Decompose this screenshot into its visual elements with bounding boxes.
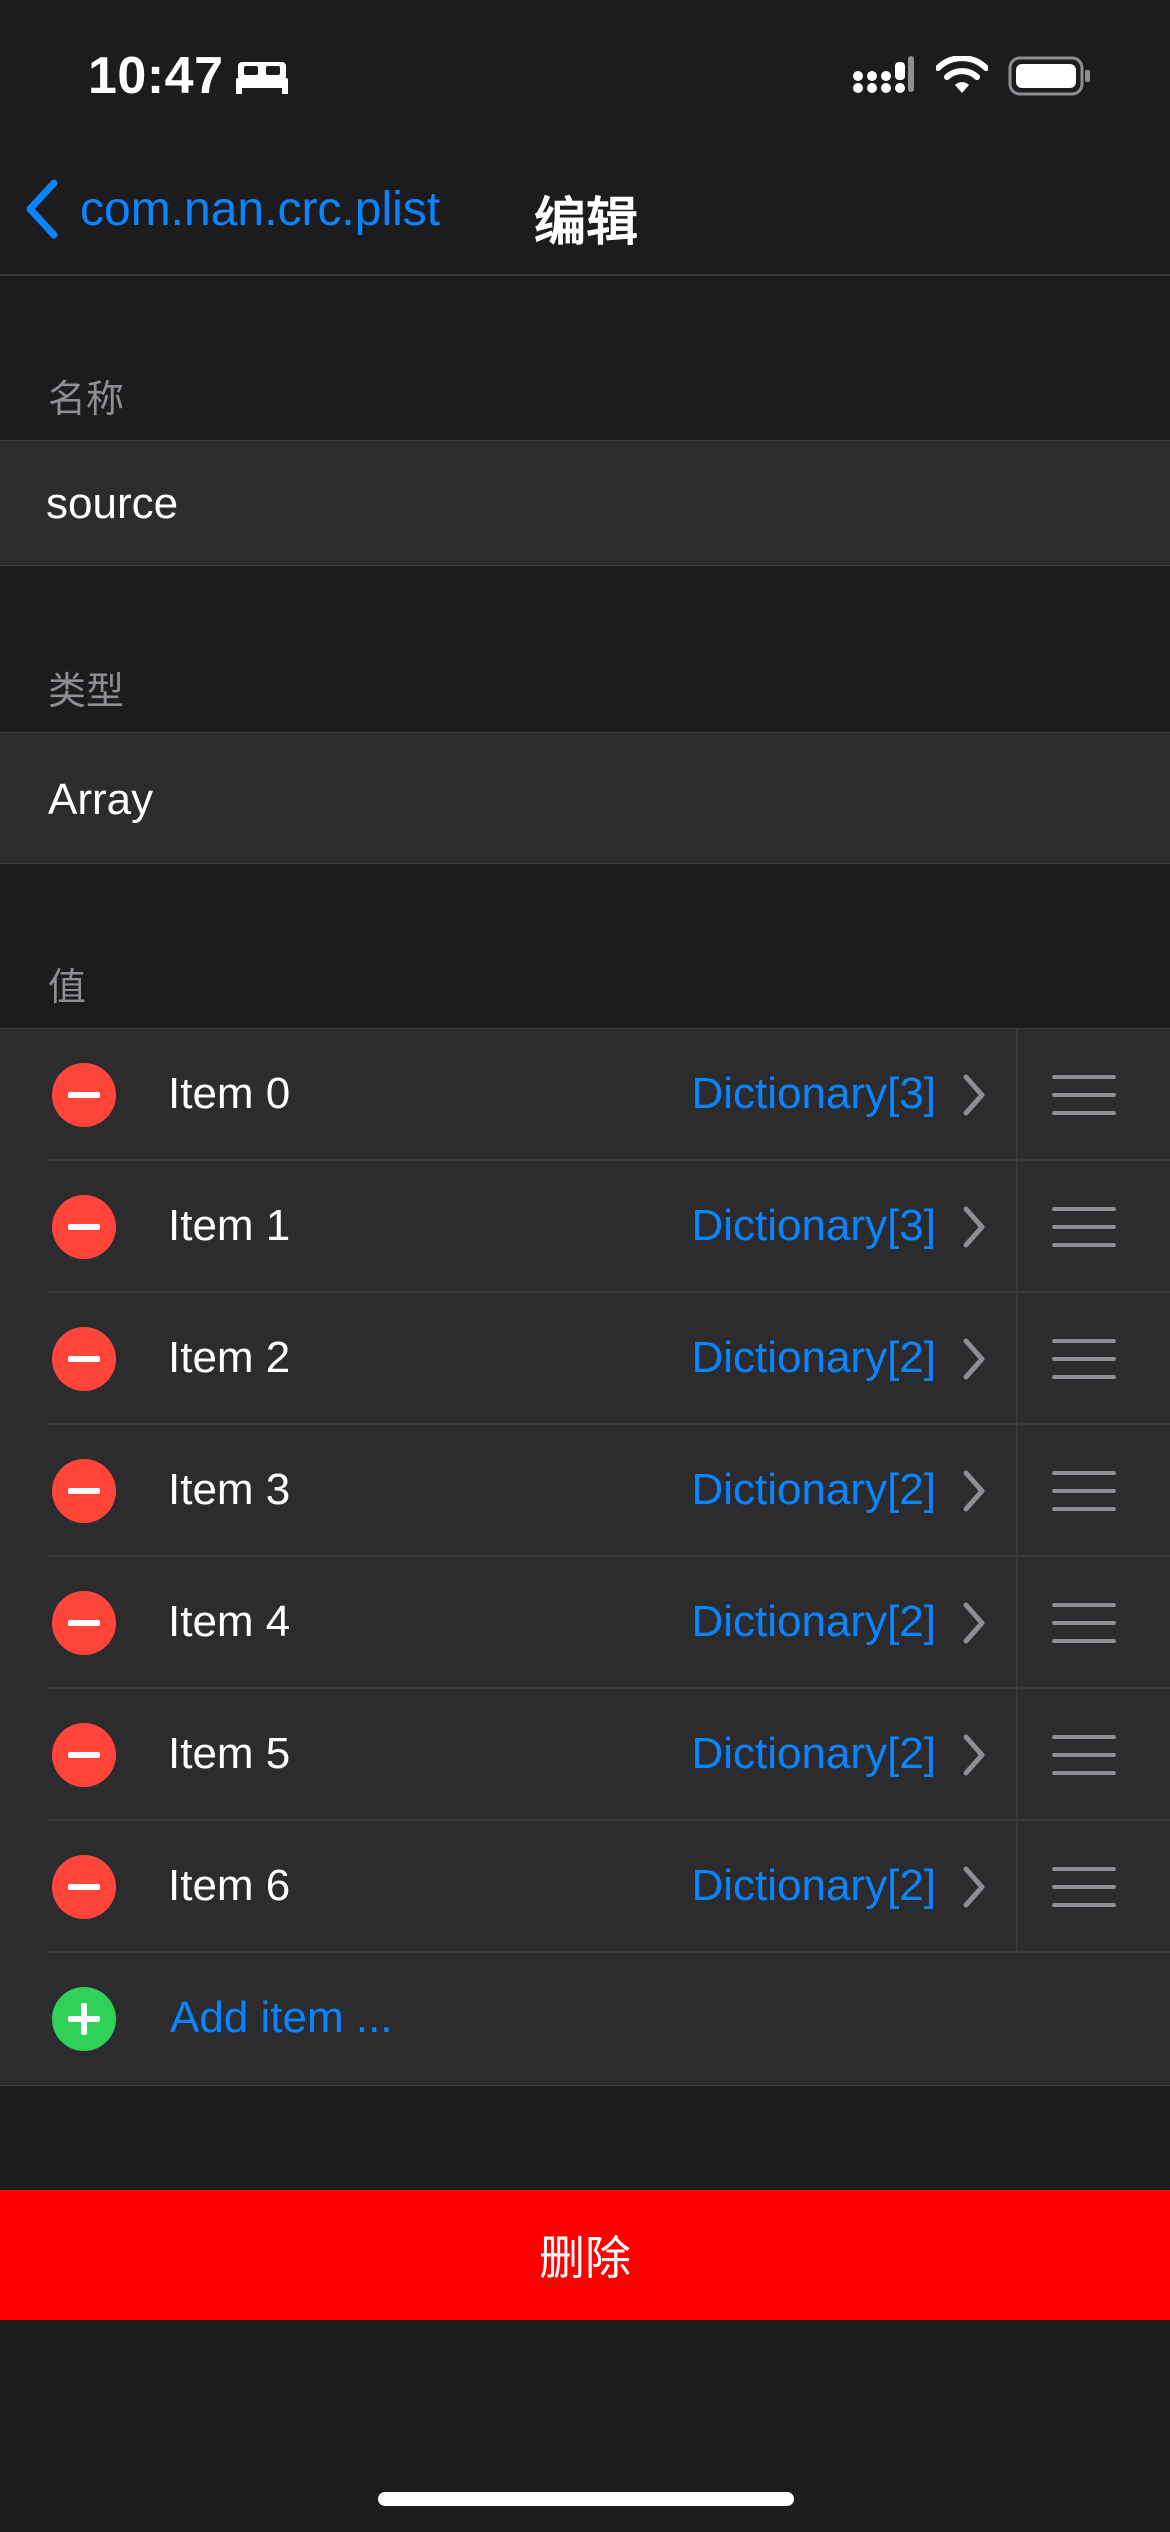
item-label: Item 2 — [168, 1333, 291, 1382]
add-item-row[interactable]: Add item ... — [0, 1953, 1170, 2085]
item-type-value: Dictionary[2] — [691, 1333, 936, 1382]
item-type-value: Dictionary[3] — [691, 1201, 936, 1250]
reorder-lines-icon — [1052, 1471, 1116, 1511]
plus-circle-icon[interactable] — [52, 1987, 116, 2051]
back-button[interactable]: com.nan.crc.plist — [24, 174, 440, 244]
status-bar: 10:47 — [0, 0, 1170, 150]
minus-circle-icon[interactable] — [52, 1195, 116, 1259]
reorder-handle[interactable] — [1016, 1029, 1170, 1161]
delete-button[interactable]: 删除 — [0, 2190, 1170, 2320]
reorder-lines-icon — [1052, 1339, 1116, 1379]
reorder-lines-icon — [1052, 1735, 1116, 1775]
back-button-label: com.nan.crc.plist — [80, 182, 441, 236]
array-item-row[interactable]: Item 2 Dictionary[2] — [0, 1293, 1170, 1425]
navigation-bar: com.nan.crc.plist 编辑 — [0, 150, 1170, 276]
value-section-header: 值 — [48, 967, 87, 1009]
name-section-header: 名称 — [48, 379, 125, 421]
minus-circle-icon[interactable] — [52, 1459, 116, 1523]
reorder-lines-icon — [1052, 1075, 1116, 1115]
reorder-handle[interactable] — [1016, 1821, 1170, 1953]
array-item-row[interactable]: Item 6 Dictionary[2] — [0, 1821, 1170, 1953]
item-type-value: Dictionary[2] — [691, 1465, 936, 1514]
page-title: 编辑 — [534, 194, 639, 252]
chevron-right-icon — [963, 1470, 985, 1512]
chevron-right-icon — [963, 1206, 985, 1248]
chevron-right-icon — [963, 1866, 985, 1908]
type-selector[interactable]: Array — [0, 732, 1170, 864]
item-label: Item 6 — [168, 1861, 291, 1910]
chevron-right-icon — [963, 1734, 985, 1776]
name-field[interactable]: source — [0, 440, 1170, 566]
value-item-list: Item 0 Dictionary[3] Item 1 Dictionary[3] It… — [0, 1028, 1170, 2086]
array-item-row[interactable]: Item 1 Dictionary[3] — [0, 1161, 1170, 1293]
reorder-handle[interactable] — [1016, 1557, 1170, 1689]
reorder-handle[interactable] — [1016, 1425, 1170, 1557]
array-item-row[interactable]: Item 5 Dictionary[2] — [0, 1689, 1170, 1821]
item-label: Item 0 — [168, 1069, 291, 1118]
chevron-right-icon — [963, 1338, 985, 1380]
minus-circle-icon[interactable] — [52, 1063, 116, 1127]
chevron-right-icon — [963, 1602, 985, 1644]
item-label: Item 4 — [168, 1597, 291, 1646]
reorder-handle[interactable] — [1016, 1689, 1170, 1821]
status-time: 10:47 — [88, 47, 224, 105]
reorder-handle[interactable] — [1016, 1293, 1170, 1425]
type-selector-value: Array — [48, 775, 154, 824]
type-section-header: 类型 — [48, 671, 125, 713]
wifi-icon — [936, 56, 988, 93]
item-label: Item 3 — [168, 1465, 291, 1514]
name-field-value: source — [46, 479, 179, 528]
item-type-value: Dictionary[2] — [691, 1597, 936, 1646]
minus-circle-icon[interactable] — [52, 1723, 116, 1787]
item-label: Item 1 — [168, 1201, 291, 1250]
array-item-row[interactable]: Item 0 Dictionary[3] — [0, 1029, 1170, 1161]
item-type-value: Dictionary[2] — [691, 1729, 936, 1778]
sleep-bed-icon — [236, 62, 288, 94]
reorder-handle[interactable] — [1016, 1161, 1170, 1293]
array-item-row[interactable]: Item 3 Dictionary[2] — [0, 1425, 1170, 1557]
item-type-value: Dictionary[3] — [691, 1069, 936, 1118]
chevron-right-icon — [963, 1074, 985, 1116]
reorder-lines-icon — [1052, 1603, 1116, 1643]
cellular-signal-icon — [853, 56, 914, 93]
add-item-label: Add item ... — [170, 1993, 393, 2042]
minus-circle-icon[interactable] — [52, 1327, 116, 1391]
item-type-value: Dictionary[2] — [691, 1861, 936, 1910]
minus-circle-icon[interactable] — [52, 1591, 116, 1655]
chevron-left-icon — [26, 179, 58, 239]
reorder-lines-icon — [1052, 1207, 1116, 1247]
item-label: Item 5 — [168, 1729, 291, 1778]
minus-circle-icon[interactable] — [52, 1855, 116, 1919]
reorder-lines-icon — [1052, 1867, 1116, 1907]
home-indicator — [378, 2492, 794, 2506]
battery-icon — [1008, 56, 1090, 96]
array-item-row[interactable]: Item 4 Dictionary[2] — [0, 1557, 1170, 1689]
